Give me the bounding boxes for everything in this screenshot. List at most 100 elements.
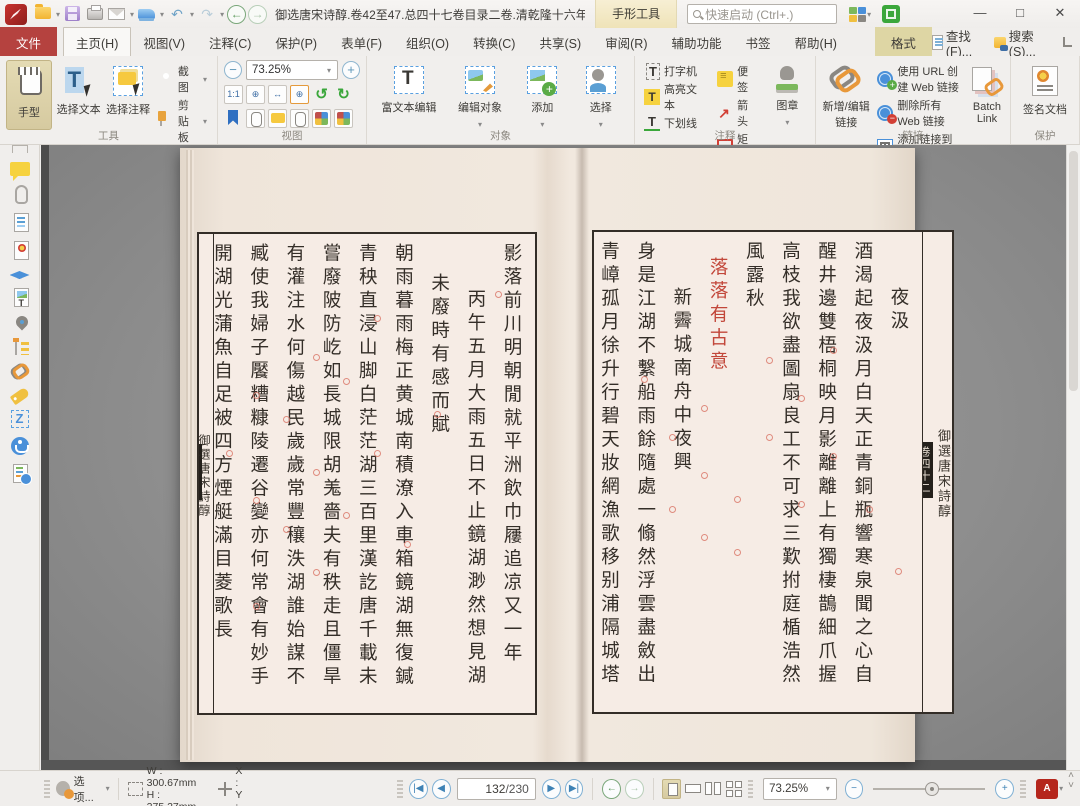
tags-pane-icon[interactable] bbox=[9, 387, 29, 406]
select-comments-button[interactable]: 选择注释 bbox=[105, 60, 151, 130]
save-button[interactable] bbox=[63, 4, 83, 24]
hand-tool-button[interactable]: 手型 bbox=[6, 60, 52, 130]
bookmarks-pane-button[interactable] bbox=[224, 109, 243, 128]
next-page-button[interactable]: ▶ bbox=[542, 779, 561, 799]
previous-view-button[interactable]: ← bbox=[602, 779, 621, 799]
comments-pane-button[interactable] bbox=[268, 109, 287, 128]
last-page-button[interactable]: ▶| bbox=[565, 779, 584, 799]
menu-file[interactable]: 文件 bbox=[0, 27, 57, 58]
menu-form[interactable]: 表单(F) bbox=[329, 28, 394, 57]
redo-button[interactable]: ↷ bbox=[197, 4, 217, 24]
zoom-out-button[interactable]: − bbox=[224, 61, 242, 79]
layers-pane-icon[interactable] bbox=[10, 271, 30, 279]
menu-format[interactable]: 格式 bbox=[875, 27, 932, 58]
pane-options-button[interactable] bbox=[334, 109, 353, 128]
menu-organize[interactable]: 组织(O) bbox=[394, 28, 461, 57]
options-gear-icon[interactable] bbox=[56, 781, 70, 796]
arrow-button[interactable]: 箭头 bbox=[714, 96, 761, 130]
ui-options-dropdown[interactable]: ▾ bbox=[867, 10, 871, 19]
history-forward-button[interactable]: → bbox=[248, 5, 267, 24]
ui-options-icon[interactable] bbox=[849, 7, 866, 22]
fields-pane-icon[interactable] bbox=[14, 213, 29, 232]
content-pane-icon[interactable] bbox=[14, 288, 29, 307]
single-page-layout-button[interactable] bbox=[662, 779, 681, 799]
fit-page-button[interactable]: ⊕ bbox=[246, 85, 265, 104]
vertical-scrollbar[interactable] bbox=[1066, 145, 1080, 770]
zoom-slider-thumb[interactable] bbox=[925, 782, 939, 796]
scan-dropdown[interactable]: ▾ bbox=[160, 10, 164, 19]
accessibility-report-icon[interactable] bbox=[13, 464, 28, 483]
redo-dropdown[interactable]: ▾ bbox=[220, 10, 224, 19]
history-back-button[interactable]: ← bbox=[227, 5, 246, 24]
fit-width-button[interactable]: ↔ bbox=[268, 85, 287, 104]
actual-size-button[interactable]: 1:1 bbox=[224, 85, 243, 104]
menu-review[interactable]: 审阅(R) bbox=[593, 28, 659, 57]
print-button[interactable] bbox=[85, 4, 105, 24]
fonts-pane-icon[interactable]: Z bbox=[11, 410, 29, 428]
menu-convert[interactable]: 转换(C) bbox=[461, 28, 527, 57]
typewriter-button[interactable]: 打字机 bbox=[641, 62, 710, 80]
zoom-in-statusbar-button[interactable]: + bbox=[995, 779, 1014, 799]
create-weblinks-button[interactable]: 使用 URL 创建 Web 链接 bbox=[874, 62, 966, 96]
add-object-button[interactable]: 添加▾ bbox=[515, 60, 569, 130]
find-button[interactable]: 查找(F)... bbox=[932, 26, 988, 59]
batch-link-button[interactable]: Batch Link bbox=[970, 60, 1004, 130]
comments-pane-icon[interactable] bbox=[10, 162, 30, 176]
email-dropdown[interactable]: ▾ bbox=[130, 10, 134, 19]
scan-button[interactable] bbox=[137, 4, 157, 24]
search-button[interactable]: 搜索(S)... bbox=[994, 26, 1052, 59]
collapse-statusbar-chevron[interactable]: ˄˅ bbox=[1068, 771, 1074, 791]
zoom-slider[interactable] bbox=[873, 788, 985, 790]
rotate-ccw-button[interactable]: ↺ bbox=[312, 85, 331, 104]
maximize-button[interactable]: □ bbox=[1000, 0, 1040, 28]
email-button[interactable] bbox=[107, 4, 127, 24]
scrollbar-thumb[interactable] bbox=[1069, 151, 1078, 391]
zoom-in-button[interactable]: + bbox=[342, 61, 360, 79]
signatures-pane-icon[interactable] bbox=[14, 241, 29, 260]
edit-objects-button[interactable]: 编辑对象▾ bbox=[449, 60, 511, 130]
menu-bookmarks[interactable]: 书签 bbox=[734, 28, 783, 57]
rotate-cw-button[interactable]: ↻ bbox=[334, 85, 353, 104]
stamp-button[interactable]: 图章▾ bbox=[766, 60, 809, 130]
rich-text-edit-button[interactable]: 富文本编辑 bbox=[373, 60, 445, 130]
zoom-out-statusbar-button[interactable]: − bbox=[845, 779, 864, 799]
adobe-dropdown[interactable]: ▾ bbox=[1059, 784, 1063, 793]
document-canvas[interactable]: 御選唐宋詩醇 卷四十二 陸游 大雨想見鏡湖有感 十 影落前川明朝閒就平洲飲巾屨追… bbox=[41, 145, 1066, 770]
page-number-input[interactable]: 132/230 bbox=[457, 778, 536, 800]
previous-page-button[interactable]: ◀ bbox=[432, 779, 451, 799]
first-page-button[interactable]: |◀ bbox=[409, 779, 428, 799]
pin-ribbon-icon[interactable] bbox=[1063, 37, 1072, 47]
adobe-reader-icon[interactable]: A bbox=[1036, 779, 1058, 799]
two-page-layout-button[interactable] bbox=[703, 779, 722, 799]
structure-tree-pane-icon[interactable] bbox=[13, 337, 29, 355]
menu-comment[interactable]: 注释(C) bbox=[197, 28, 263, 57]
open-dropdown[interactable]: ▾ bbox=[56, 10, 60, 19]
menu-view[interactable]: 视图(V) bbox=[131, 28, 197, 57]
content-pane-button[interactable] bbox=[312, 109, 331, 128]
undo-dropdown[interactable]: ▾ bbox=[190, 10, 194, 19]
add-edit-link-button[interactable]: 新增/编辑链接 bbox=[822, 60, 870, 130]
menu-protect[interactable]: 保护(P) bbox=[263, 28, 329, 57]
select-text-button[interactable]: 选择文本 bbox=[56, 60, 102, 130]
menu-accessibility[interactable]: 辅助功能 bbox=[660, 28, 734, 57]
menu-help[interactable]: 帮助(H) bbox=[783, 28, 849, 57]
snapshot-button[interactable]: 截图▾ bbox=[155, 62, 211, 96]
destinations-pane-icon[interactable] bbox=[13, 314, 30, 331]
accessibility-check-icon[interactable] bbox=[11, 437, 29, 455]
pages-pane-button[interactable] bbox=[246, 109, 265, 128]
highlight-text-button[interactable]: T 高亮文本 bbox=[641, 80, 710, 114]
options-dropdown[interactable]: ▾ bbox=[106, 784, 110, 793]
options-label[interactable]: 选项... bbox=[74, 773, 103, 805]
menu-home[interactable]: 主页(H) bbox=[63, 27, 131, 58]
sign-document-button[interactable]: 签名文档 bbox=[1017, 60, 1073, 130]
quick-launch-search[interactable]: 快速启动 (Ctrl+.) bbox=[687, 4, 837, 24]
fullscreen-icon[interactable] bbox=[882, 5, 900, 23]
fit-visible-button[interactable]: ⊕ bbox=[290, 85, 309, 104]
menu-share[interactable]: 共享(S) bbox=[527, 28, 593, 57]
remove-weblinks-button[interactable]: 删除所有 Web 链接 bbox=[874, 96, 966, 130]
attachments-pane-button[interactable] bbox=[290, 109, 309, 128]
thumbnails-pane-icon[interactable] bbox=[12, 145, 28, 153]
links-pane-icon[interactable] bbox=[11, 364, 29, 378]
select-object-button[interactable]: 选择▾ bbox=[574, 60, 628, 130]
zoom-level-select[interactable]: 73.25%▾ bbox=[246, 60, 338, 80]
